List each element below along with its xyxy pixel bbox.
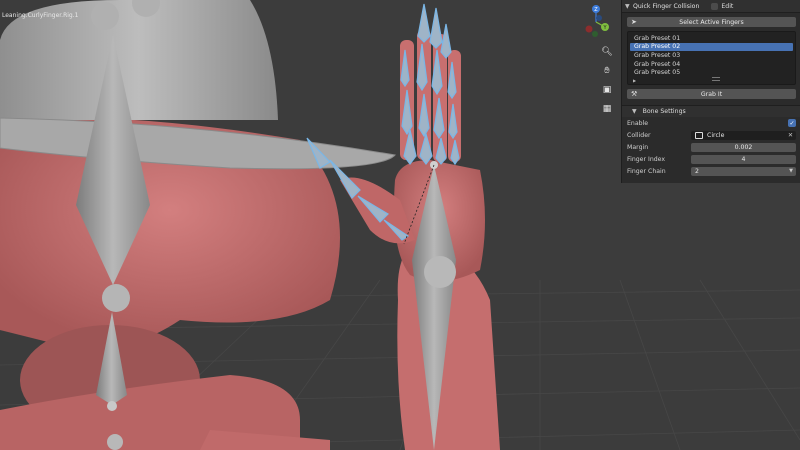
list-item[interactable]: Grab Preset 01 <box>630 34 793 43</box>
expand-triangle-icon[interactable]: ▶ <box>633 78 636 83</box>
navigation-gizmo[interactable]: Z Y <box>578 4 614 40</box>
finger-chain-row: Finger Chain 2 ▼ <box>622 165 800 177</box>
camera-icon[interactable]: ▣ <box>599 82 615 98</box>
collider-field[interactable]: Circle ✕ <box>691 130 796 140</box>
hand-pan-icon[interactable]: ✋︎ <box>599 63 615 79</box>
list-item-selected[interactable]: Grab Preset 02 <box>630 42 793 52</box>
finger-chain-dropdown[interactable]: 2 ▼ <box>691 166 796 176</box>
finger-chain-value: 2 <box>695 167 699 175</box>
zoom-icon[interactable]: 🔍︎ <box>599 44 615 60</box>
edit-checkbox[interactable] <box>711 2 719 10</box>
panel-header[interactable]: ▼ Quick Finger Collision Edit <box>622 0 800 13</box>
collider-label: Collider <box>627 131 651 139</box>
svg-text:Z: Z <box>594 7 598 13</box>
margin-row: Margin 0.002 <box>622 141 800 153</box>
edit-label: Edit <box>721 2 734 10</box>
sidebar-panel: ▼ Quick Finger Collision Edit ➤ Select A… <box>621 0 800 183</box>
clear-icon[interactable]: ✕ <box>788 132 793 139</box>
list-item[interactable]: Grab Preset 04 <box>630 60 793 69</box>
object-icon <box>695 131 703 139</box>
resize-grip-icon[interactable] <box>712 77 720 81</box>
chevron-down-icon[interactable]: ▼ <box>632 108 637 115</box>
enable-row: Enable ✓ <box>622 117 800 129</box>
select-active-fingers-button[interactable]: ➤ Select Active Fingers <box>627 17 796 27</box>
enable-label: Enable <box>627 119 649 127</box>
enable-checkbox[interactable]: ✓ <box>788 119 796 127</box>
list-item[interactable]: Grab Preset 05 <box>630 68 793 77</box>
cursor-arrow-icon: ➤ <box>631 18 637 26</box>
margin-field[interactable]: 0.002 <box>691 142 796 152</box>
select-active-fingers-label: Select Active Fingers <box>679 18 744 26</box>
grab-it-label: Grab It <box>700 90 723 98</box>
grab-it-button[interactable]: ⚒ Grab It <box>627 89 796 99</box>
panel-title: Quick Finger Collision <box>633 2 700 10</box>
bone-settings-title: Bone Settings <box>642 108 686 115</box>
blender-window: Leaning.CurlyFinger.Rig.1 Z Y 🔍︎ ✋︎ ▣ ▦ … <box>0 0 800 450</box>
perspective-grid-icon[interactable]: ▦ <box>599 101 615 117</box>
list-item[interactable]: Grab Preset 03 <box>630 51 793 60</box>
chevron-down-icon: ▼ <box>789 168 793 174</box>
chevron-down-icon[interactable]: ▼ <box>625 3 633 10</box>
finger-chain-label: Finger Chain <box>627 167 666 175</box>
bone-settings-header[interactable]: ▼ Bone Settings <box>622 105 800 117</box>
finger-index-label: Finger Index <box>627 155 666 163</box>
object-name-label: Leaning.CurlyFinger.Rig.1 <box>2 12 79 19</box>
margin-label: Margin <box>627 143 649 151</box>
viewport-navigation: 🔍︎ ✋︎ ▣ ▦ <box>599 44 615 120</box>
finger-index-row: Finger Index 4 <box>622 153 800 165</box>
finger-index-field[interactable]: 4 <box>691 154 796 164</box>
preset-list[interactable]: Grab Preset 01 Grab Preset 02 Grab Prese… <box>627 31 796 85</box>
grab-hand-icon: ⚒ <box>631 90 638 98</box>
collider-row: Collider Circle ✕ <box>622 129 800 141</box>
collider-value: Circle <box>707 131 725 139</box>
